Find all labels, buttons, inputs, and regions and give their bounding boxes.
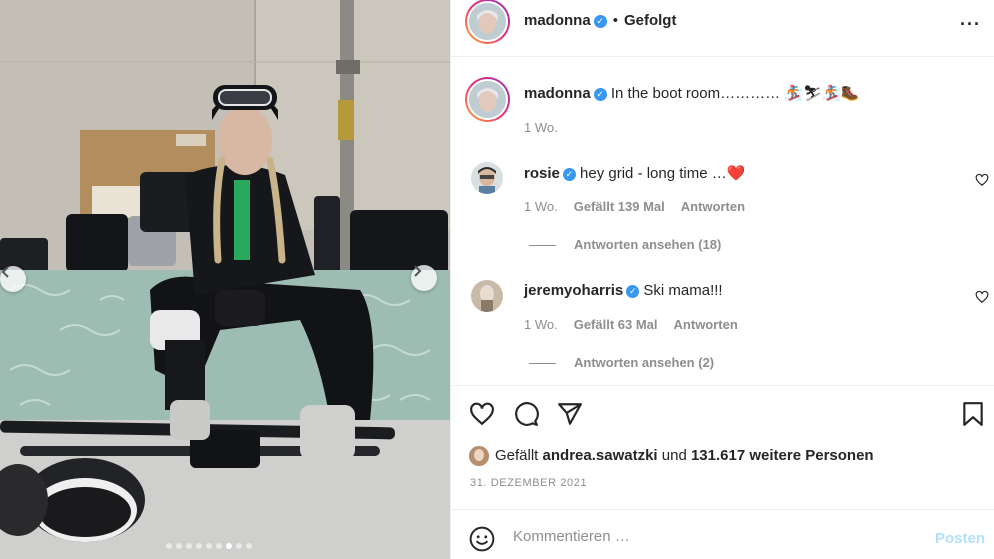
separator-dot: • — [612, 12, 618, 29]
author-username[interactable]: madonna — [524, 12, 591, 29]
comment-input[interactable] — [513, 524, 913, 548]
comment-text-line: rosie ✓ hey grid - long time …❤️ — [524, 164, 745, 182]
chevron-left-icon — [1, 266, 9, 278]
comment-bar: Posten — [451, 509, 994, 559]
share-icon[interactable] — [557, 401, 583, 427]
commenter-avatar-image — [471, 280, 503, 312]
post-photo[interactable] — [0, 0, 450, 559]
verified-icon: ✓ — [593, 14, 607, 28]
carousel-dot[interactable] — [206, 543, 212, 549]
comment-item: rosie ✓ hey grid - long time …❤️ 1 Wo. Gef… — [451, 162, 994, 262]
likes-summary: Gefällt andrea.sawatzki und 131.617 weit… — [469, 446, 874, 466]
liker-avatar-image — [469, 446, 489, 466]
carousel-dot[interactable] — [226, 543, 232, 549]
liker-avatar[interactable] — [469, 446, 489, 466]
post-comment-button[interactable]: Posten — [935, 530, 985, 547]
carousel-dot[interactable] — [196, 543, 202, 549]
emoji-icon[interactable] — [469, 526, 495, 552]
comment-like-count[interactable]: Gefällt 63 Mal — [574, 317, 658, 332]
comment-age: 1 Wo. — [524, 199, 558, 214]
heart-icon[interactable] — [469, 401, 495, 427]
carousel-dot[interactable] — [246, 543, 252, 549]
view-replies-label: Antworten ansehen (18) — [574, 237, 722, 252]
post-details-panel: madonna ✓ • Gefolgt ··· madonna ✓ In the boo… — [450, 0, 994, 559]
post-header: madonna ✓ • Gefolgt ··· — [451, 0, 994, 57]
carousel-dot[interactable] — [166, 543, 172, 549]
bookmark-icon[interactable] — [961, 401, 985, 427]
view-replies-button[interactable]: Antworten ansehen (2) — [529, 355, 714, 370]
comment-icon[interactable] — [513, 401, 539, 427]
comment-text: hey grid - long time …❤️ — [580, 165, 746, 182]
verified-icon: ✓ — [562, 167, 576, 181]
replies-line — [529, 245, 556, 247]
comment-meta: 1 Wo. Gefällt 139 Mal Antworten — [524, 199, 745, 214]
caption-author-avatar[interactable] — [465, 77, 510, 122]
carousel-dot[interactable] — [236, 543, 242, 549]
carousel-dots — [166, 543, 252, 549]
carousel-dot[interactable] — [216, 543, 222, 549]
chevron-right-icon — [414, 265, 422, 277]
comment-text-line: jeremyoharris ✓ Ski mama!!! — [524, 282, 723, 299]
comment-meta: 1 Wo. Gefällt 63 Mal Antworten — [524, 317, 738, 332]
author-avatar[interactable] — [465, 0, 510, 44]
carousel-dot[interactable] — [176, 543, 182, 549]
post-actions — [451, 385, 994, 441]
author-avatar-image — [469, 3, 506, 40]
photo-illustration — [0, 0, 450, 559]
comment-username[interactable]: rosie — [524, 165, 560, 182]
liker-username[interactable]: andrea.sawatzki — [543, 447, 658, 464]
likes-prefix: Gefällt — [495, 446, 539, 464]
replies-line — [529, 363, 556, 365]
heart-icon[interactable] — [975, 173, 989, 187]
caption-block: madonna ✓ In the boot room………… 🏂⛷🏂🥾 1 Wo. — [451, 77, 994, 137]
view-replies-label: Antworten ansehen (2) — [574, 355, 715, 370]
commenter-avatar[interactable] — [471, 162, 503, 194]
caption-emoji: 🏂⛷🏂🥾 — [784, 85, 860, 102]
author-name-line: madonna ✓ • Gefolgt — [524, 12, 676, 29]
caption-age: 1 Wo. — [524, 120, 558, 135]
view-replies-button[interactable]: Antworten ansehen (18) — [529, 237, 721, 252]
reply-button[interactable]: Antworten — [674, 317, 738, 332]
more-options-icon[interactable]: ··· — [960, 14, 981, 35]
caption-text-line: madonna ✓ In the boot room………… 🏂⛷🏂🥾 — [524, 84, 859, 102]
caption-text: In the boot room………… — [610, 85, 781, 102]
commenter-avatar-image — [471, 162, 503, 194]
heart-icon[interactable] — [975, 290, 989, 304]
next-slide-button[interactable] — [411, 265, 437, 291]
comment-age: 1 Wo. — [524, 317, 558, 332]
likes-middle: und — [661, 446, 687, 464]
previous-slide-button[interactable] — [0, 266, 26, 292]
reply-button[interactable]: Antworten — [681, 199, 745, 214]
comment-username[interactable]: jeremyoharris — [524, 282, 623, 299]
post-date: 31. DEZEMBER 2021 — [470, 477, 588, 489]
caption-avatar-image — [469, 81, 506, 118]
caption-username[interactable]: madonna — [524, 85, 591, 102]
comment-text: Ski mama!!! — [643, 282, 723, 299]
commenter-avatar[interactable] — [471, 280, 503, 312]
comment-like-count[interactable]: Gefällt 139 Mal — [574, 199, 665, 214]
verified-icon: ✓ — [626, 284, 640, 298]
carousel-dot[interactable] — [186, 543, 192, 549]
comment-item: jeremyoharris ✓ Ski mama!!! 1 Wo. Gefällt … — [451, 280, 994, 380]
likes-count[interactable]: 131.617 weitere Personen — [691, 447, 874, 464]
verified-icon: ✓ — [593, 87, 607, 101]
follow-status-button[interactable]: Gefolgt — [624, 12, 677, 29]
